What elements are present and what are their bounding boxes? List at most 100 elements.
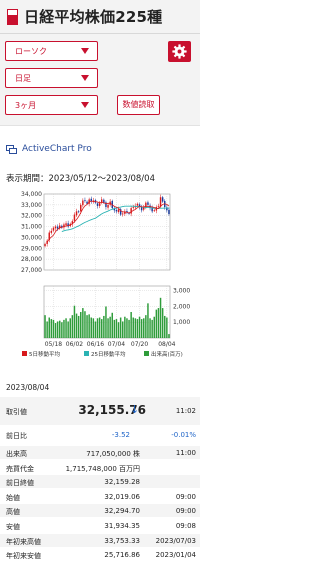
quote-row-label: 始値 bbox=[6, 493, 20, 502]
volume-bar bbox=[168, 334, 170, 338]
candle-body bbox=[103, 199, 105, 203]
quote-row: 売買代金 1,715,748,000 百万円 bbox=[0, 461, 200, 474]
volume-bar bbox=[140, 319, 143, 338]
volume-bar bbox=[132, 317, 134, 338]
quote-row-time: 09:00 bbox=[175, 492, 196, 501]
volume-bar bbox=[124, 316, 126, 338]
candle-body bbox=[67, 223, 69, 227]
date-tick-label: 08/04 bbox=[158, 341, 175, 348]
candle-body bbox=[130, 208, 132, 214]
volume-bar bbox=[149, 318, 151, 338]
candle-body bbox=[161, 197, 164, 202]
volume-bar bbox=[130, 312, 132, 338]
quote-row-label: 出来高 bbox=[6, 450, 27, 458]
volume-bar bbox=[61, 322, 63, 338]
volume-bar bbox=[101, 319, 103, 338]
volume-bar bbox=[77, 315, 80, 338]
quote-row: 前日終値 32,159.28 bbox=[0, 475, 200, 489]
quote-row: 年初来安値 25,716.86 2023/01/04 bbox=[0, 548, 200, 561]
display-period: 表示期間：2023/05/12〜2023/08/04 bbox=[6, 174, 155, 184]
quote-row-label: 年初来安値 bbox=[6, 552, 41, 561]
chart-type-select[interactable]: ローソク bbox=[5, 41, 98, 61]
candle-body bbox=[98, 203, 101, 206]
candle-body bbox=[115, 209, 118, 212]
volume-bar bbox=[107, 318, 109, 338]
interval-select[interactable]: 日足 bbox=[5, 68, 98, 88]
volume-bar bbox=[94, 321, 97, 338]
volume-bar bbox=[67, 321, 69, 338]
candle-body bbox=[54, 226, 57, 229]
candle-body bbox=[107, 204, 109, 208]
candle-body bbox=[143, 207, 145, 210]
quote-row-value: 717,050,000 株 bbox=[86, 450, 140, 458]
activechart-link[interactable]: ActiveChart Pro bbox=[6, 144, 92, 154]
read-values-button[interactable]: 数値読取 bbox=[117, 95, 160, 115]
volume-bar bbox=[138, 316, 141, 338]
flag-icon bbox=[7, 9, 18, 25]
chevron-down-icon bbox=[81, 48, 89, 54]
volume-bar bbox=[48, 317, 50, 338]
candle-body bbox=[65, 223, 67, 226]
quote-row-label: 前日終値 bbox=[6, 479, 34, 488]
price-label: 取引値 bbox=[6, 408, 27, 416]
interval-value: 日足 bbox=[15, 74, 31, 83]
candle-body bbox=[80, 204, 82, 212]
legend-swatch bbox=[84, 351, 89, 356]
candle-body bbox=[147, 202, 149, 205]
volume-bar bbox=[122, 321, 124, 338]
quote-row-value: 1,715,748,000 百万円 bbox=[65, 464, 140, 473]
candle-body bbox=[136, 203, 139, 206]
date-tick-label: 05/18 bbox=[45, 341, 62, 348]
volume-bar bbox=[145, 315, 147, 338]
candle-body bbox=[75, 211, 78, 216]
price-chart[interactable]: 34,000 33,000 32,000 31,000 30,000 29,000 28,0… bbox=[0, 186, 200, 366]
volume-bar bbox=[65, 318, 67, 338]
candle-body bbox=[151, 208, 153, 212]
page-header: 日経平均株価225種 bbox=[0, 0, 200, 34]
price-tick-label: 31,000 bbox=[21, 224, 42, 231]
volume-bar bbox=[164, 315, 166, 338]
volume-bar bbox=[128, 319, 130, 338]
price-tick-label: 29,000 bbox=[21, 245, 42, 252]
price-row: 取引値 32,155.76 ↓ 11:02 bbox=[0, 397, 200, 425]
legend-swatch bbox=[22, 351, 27, 356]
candle-body bbox=[77, 211, 80, 213]
candle-body bbox=[84, 200, 86, 202]
volume-bar bbox=[157, 308, 160, 338]
activechart-label: ActiveChart Pro bbox=[22, 144, 92, 154]
quote-row: 年初来高値 33,753.33 2023/07/03 bbox=[0, 533, 200, 547]
volume-tick-label: 3,000 bbox=[173, 288, 190, 295]
quote-row-value: 32,159.28 bbox=[104, 478, 140, 487]
price-tick-label: 28,000 bbox=[21, 256, 42, 263]
volume-bar bbox=[80, 312, 82, 338]
price-tick-label: 30,000 bbox=[21, 234, 42, 241]
volume-bar bbox=[136, 319, 139, 338]
range-select[interactable]: 3ヶ月 bbox=[5, 95, 98, 115]
candle-body bbox=[50, 230, 53, 233]
volume-bar bbox=[151, 319, 153, 338]
price-tick-label: 32,000 bbox=[21, 213, 42, 220]
quote-row: 出来高 717,050,000 株 11:00 bbox=[0, 446, 200, 459]
volume-plot-area bbox=[43, 285, 171, 339]
volume-bar bbox=[69, 318, 71, 338]
quote-row: 高値 32,294.70 09:00 bbox=[0, 504, 200, 518]
settings-button[interactable] bbox=[168, 41, 191, 62]
candle-body bbox=[117, 209, 120, 213]
date-tick-label: 06/02 bbox=[66, 341, 83, 348]
volume-bar bbox=[134, 318, 137, 338]
candle-body bbox=[44, 243, 46, 247]
volume-bar bbox=[155, 309, 158, 338]
volume-bar bbox=[111, 312, 113, 338]
candle-body bbox=[96, 203, 99, 206]
volume-bar bbox=[50, 319, 53, 338]
candle-body bbox=[52, 227, 55, 231]
volume-bar bbox=[46, 321, 48, 338]
quote-row: 始値 32,019.06 09:00 bbox=[0, 490, 200, 503]
legend-label: 出来高(百万) bbox=[151, 350, 183, 358]
volume-bar bbox=[113, 319, 116, 338]
quote-row-time: 09:00 bbox=[175, 507, 196, 516]
volume-bar bbox=[59, 320, 61, 338]
volume-bar bbox=[54, 323, 57, 338]
quote-row-label: 年初来高値 bbox=[6, 537, 41, 546]
volume-bar bbox=[147, 303, 149, 338]
